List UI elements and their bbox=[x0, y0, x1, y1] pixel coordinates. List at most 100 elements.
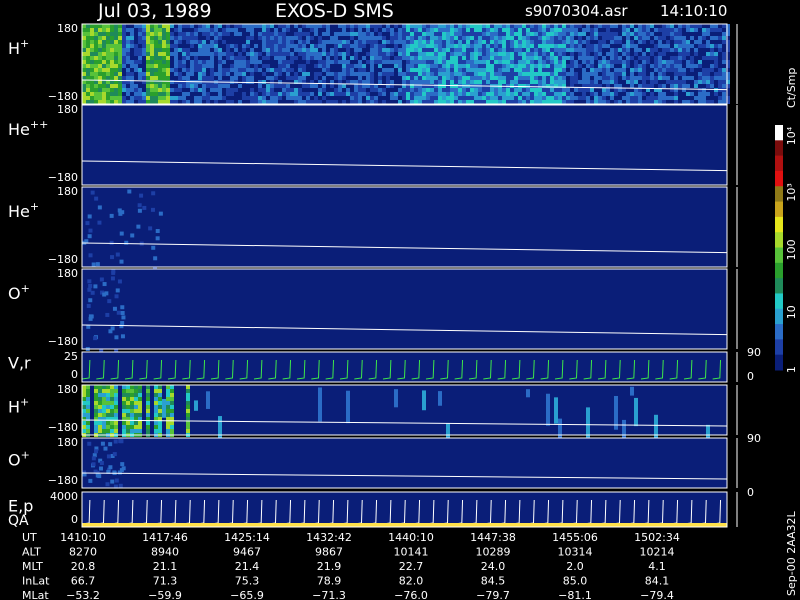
heat-cell bbox=[390, 24, 394, 28]
heat-cell bbox=[190, 72, 194, 76]
heat-cell bbox=[682, 36, 686, 40]
heat-cell bbox=[91, 462, 96, 467]
heat-cell bbox=[526, 64, 530, 68]
heat-cell bbox=[638, 68, 642, 72]
heat-cell bbox=[682, 64, 686, 68]
heat-cell bbox=[358, 28, 362, 32]
heat-cell bbox=[410, 80, 414, 84]
heat-cell bbox=[578, 48, 582, 52]
heat-cell bbox=[718, 56, 722, 60]
heat-cell bbox=[242, 64, 246, 68]
heat-cell bbox=[706, 100, 710, 104]
heat-cell bbox=[462, 40, 466, 44]
heat-cell bbox=[670, 80, 674, 84]
heat-cell bbox=[386, 64, 390, 68]
heat-cell bbox=[318, 96, 322, 100]
heat-cell bbox=[390, 68, 394, 72]
heat-cell bbox=[502, 64, 506, 68]
heat-cell bbox=[202, 96, 206, 100]
heat-cell bbox=[266, 64, 270, 68]
heat-cell bbox=[662, 52, 666, 56]
heat-cell bbox=[530, 84, 534, 88]
heat-cell bbox=[102, 88, 106, 92]
heat-cell bbox=[350, 36, 354, 40]
heat-cell bbox=[598, 64, 602, 68]
heat-cell bbox=[538, 64, 542, 68]
heat-cell bbox=[246, 64, 250, 68]
heat-cell bbox=[514, 40, 518, 44]
heat-cell bbox=[490, 28, 494, 32]
heat-cell bbox=[438, 52, 442, 56]
heat-cell bbox=[470, 32, 474, 36]
heat-cell bbox=[526, 389, 530, 398]
heat-cell bbox=[222, 32, 226, 36]
heat-cell bbox=[222, 72, 226, 76]
heat-cell bbox=[690, 52, 694, 56]
heat-cell bbox=[274, 100, 278, 104]
heat-cell bbox=[238, 84, 242, 88]
heat-cell bbox=[86, 32, 90, 36]
heat-cell bbox=[326, 100, 330, 104]
heat-cell bbox=[610, 88, 614, 92]
heat-cell bbox=[390, 92, 394, 96]
heat-cell bbox=[674, 32, 678, 36]
heat-cell bbox=[154, 96, 158, 100]
heat-cell bbox=[286, 36, 290, 40]
heat-cell bbox=[294, 96, 298, 100]
heat-cell bbox=[294, 76, 298, 80]
heat-cell bbox=[206, 52, 210, 56]
heat-cell bbox=[262, 24, 266, 28]
heat-cell bbox=[270, 68, 274, 72]
heat-cell bbox=[398, 32, 402, 36]
heat-cell bbox=[718, 28, 722, 32]
heat-cell bbox=[574, 36, 578, 40]
heat-cell bbox=[166, 60, 170, 64]
heat-cell bbox=[678, 56, 682, 60]
heat-cell bbox=[338, 84, 342, 88]
heat-cell bbox=[538, 60, 542, 64]
heat-cell bbox=[710, 96, 714, 100]
heat-cell bbox=[662, 60, 666, 64]
heat-cell bbox=[662, 80, 666, 84]
heat-cell bbox=[606, 36, 610, 40]
heat-cell bbox=[182, 76, 186, 80]
heat-cell bbox=[658, 32, 662, 36]
heat-cell bbox=[650, 92, 654, 96]
heat-cell bbox=[570, 96, 574, 100]
heat-cell bbox=[138, 76, 142, 80]
heat-cell bbox=[502, 56, 506, 60]
heat-cell bbox=[110, 429, 114, 433]
heat-cell bbox=[614, 56, 618, 60]
heat-cell bbox=[678, 64, 682, 68]
heat-cell bbox=[174, 92, 178, 96]
heat-cell bbox=[82, 36, 86, 40]
heat-cell bbox=[114, 56, 118, 60]
heat-cell bbox=[478, 56, 482, 60]
heat-cell bbox=[594, 60, 598, 64]
heat-cell bbox=[258, 36, 262, 40]
table-cell: 1417:46 bbox=[142, 531, 188, 544]
heat-cell bbox=[338, 96, 342, 100]
heat-cell bbox=[578, 96, 582, 100]
y-tick-top: 4000 bbox=[50, 490, 78, 503]
heat-cell bbox=[302, 52, 306, 56]
heat-cell bbox=[122, 24, 126, 28]
heat-cell bbox=[206, 36, 210, 40]
heat-cell bbox=[139, 193, 144, 198]
heat-cell bbox=[694, 44, 698, 48]
heat-cell bbox=[314, 36, 318, 40]
heat-cell bbox=[414, 44, 418, 48]
heat-cell bbox=[170, 52, 174, 56]
heat-cell bbox=[198, 56, 202, 60]
heat-cell bbox=[618, 24, 622, 28]
heat-cell bbox=[86, 100, 90, 104]
heat-cell bbox=[278, 88, 282, 92]
heat-cell bbox=[482, 24, 486, 28]
heat-cell bbox=[318, 24, 322, 28]
heat-cell bbox=[278, 100, 282, 104]
heat-cell bbox=[170, 68, 174, 72]
heat-cell bbox=[702, 80, 706, 84]
heat-cell bbox=[334, 84, 338, 88]
heat-cell bbox=[470, 100, 474, 104]
heat-cell bbox=[358, 80, 362, 84]
